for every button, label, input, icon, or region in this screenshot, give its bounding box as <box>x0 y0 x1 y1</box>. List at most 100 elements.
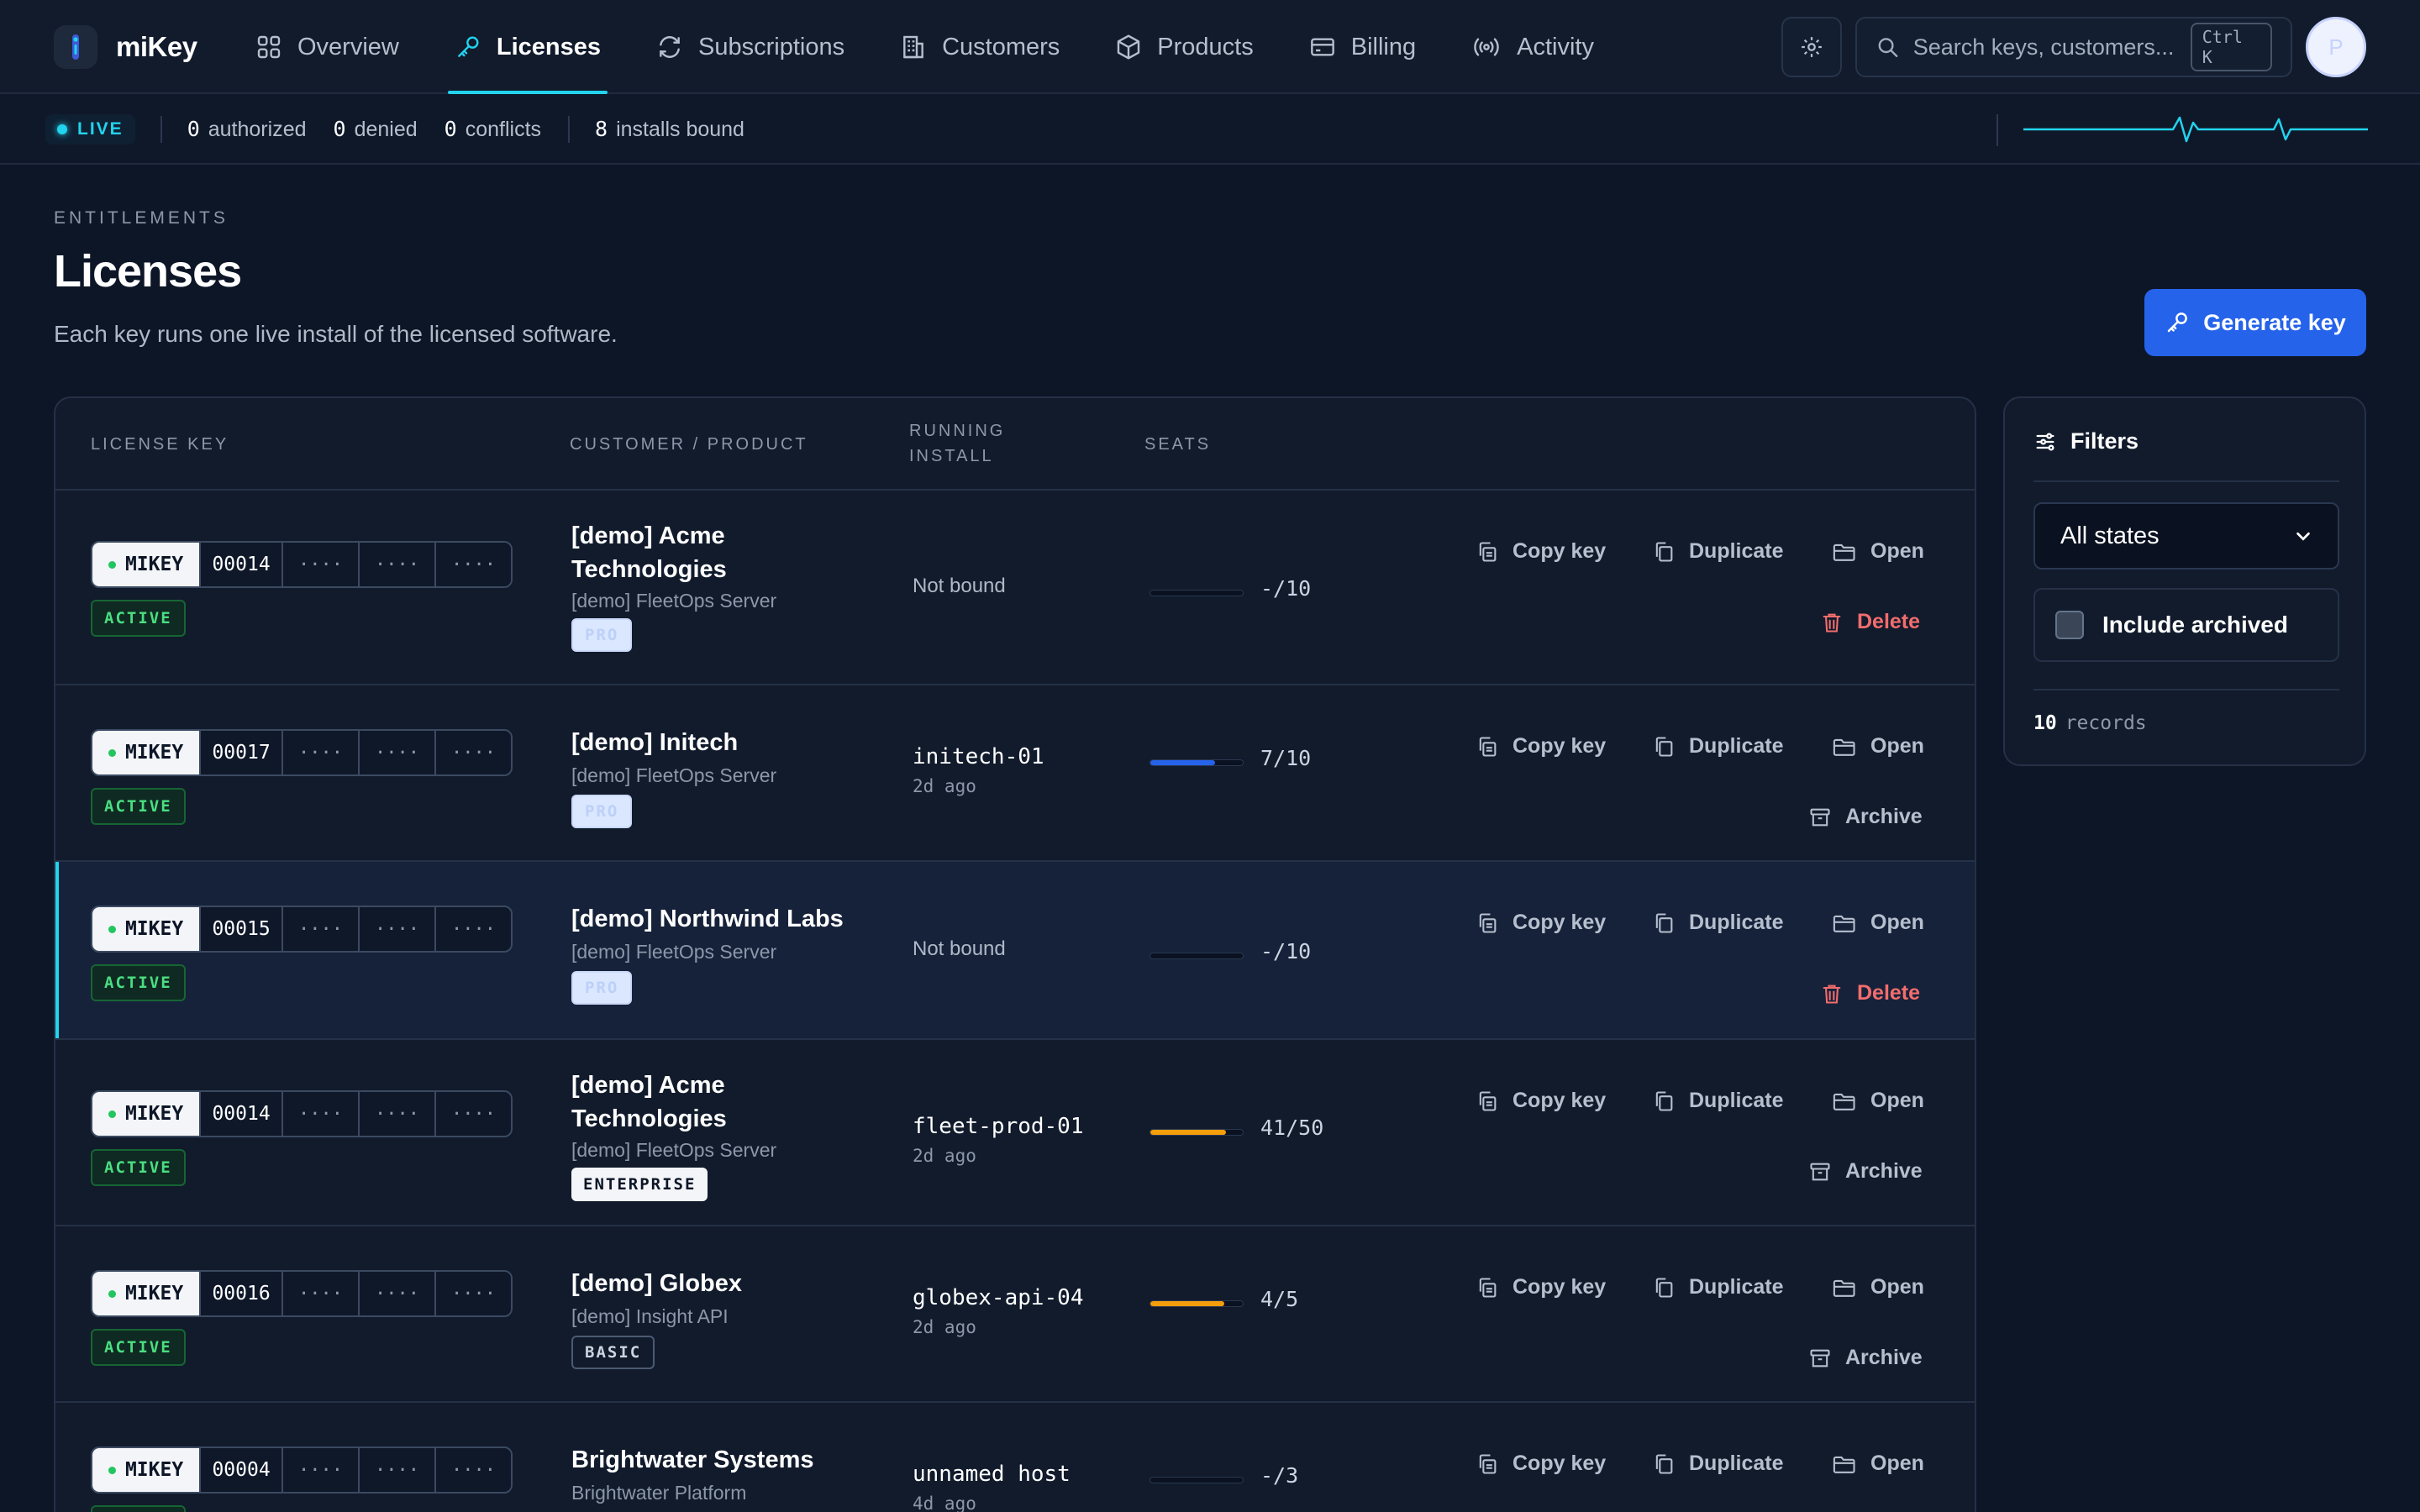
folder-icon <box>1833 1456 1855 1473</box>
search-box[interactable]: Ctrl K <box>1855 17 2292 77</box>
tab-overview[interactable]: Overview <box>250 0 404 94</box>
tier-badge: PRO <box>571 971 633 1005</box>
duplicate-button[interactable]: Duplicate <box>1652 1089 1784 1113</box>
open-button[interactable]: Open <box>1832 539 1924 564</box>
status-badge: ACTIVE <box>91 1149 186 1186</box>
sliders-icon <box>2036 433 2054 450</box>
key-masked-segment: ···· <box>357 731 434 774</box>
delete-button[interactable]: Delete <box>1820 610 1920 634</box>
table-row[interactable]: MIKEY 00016 ···· ···· ···· ACTIVE [demo]… <box>55 1226 1975 1403</box>
copy-key-button[interactable]: Copy key <box>1476 1089 1606 1113</box>
filters-panel: Filters All states Include archived 10 re… <box>2003 396 2366 766</box>
duplicate-icon <box>1655 912 1673 933</box>
duplicate-icon <box>1655 1090 1673 1111</box>
trash-icon <box>1823 984 1841 1004</box>
duplicate-icon <box>1655 736 1673 757</box>
tab-licenses[interactable]: Licenses <box>447 0 608 94</box>
table-row[interactable]: MIKEY 00014 ···· ···· ···· ACTIVE [demo]… <box>55 1040 1975 1226</box>
chevron-down-icon <box>2296 532 2310 541</box>
key-masked-segment: ···· <box>281 543 358 586</box>
tab-customers[interactable]: Customers <box>895 0 1065 94</box>
folder-icon <box>1833 1093 1855 1110</box>
key-masked-segment: ···· <box>357 1092 434 1136</box>
table-row[interactable]: MIKEY 00015 ···· ···· ···· ACTIVE [demo]… <box>55 862 1975 1040</box>
running-install: fleet-prod-01 <box>913 1114 1084 1139</box>
tab-subscriptions[interactable]: Subscriptions <box>651 0 850 94</box>
license-key-chip[interactable]: MIKEY 00015 ···· ···· ···· <box>91 906 513 953</box>
archive-button[interactable]: Archive <box>1808 1346 1923 1370</box>
license-key-chip[interactable]: MIKEY 00017 ···· ···· ···· <box>91 729 513 776</box>
table-row[interactable]: MIKEY 00017 ···· ···· ···· ACTIVE [demo]… <box>55 685 1975 862</box>
include-archived-toggle[interactable]: Include archived <box>2033 588 2339 662</box>
tab-products[interactable]: Products <box>1110 0 1258 94</box>
license-key-chip[interactable]: MIKEY 00004 ···· ···· ···· <box>91 1446 513 1494</box>
key-masked-segment: ···· <box>434 731 511 774</box>
heartbeat-pulse-icon <box>2023 116 2368 143</box>
archive-button[interactable]: Archive <box>1808 1159 1923 1184</box>
folder-icon <box>1833 915 1855 932</box>
status-badge: ACTIVE <box>91 788 186 825</box>
duplicate-icon <box>1655 1277 1673 1298</box>
folder-icon <box>1833 543 1855 561</box>
duplicate-icon <box>1655 1453 1673 1474</box>
duplicate-button[interactable]: Duplicate <box>1652 1452 1784 1476</box>
tab-billing[interactable]: Billing <box>1304 0 1421 94</box>
license-key-chip[interactable]: MIKEY 00016 ···· ···· ···· <box>91 1270 513 1317</box>
filters-title: Filters <box>2033 428 2139 454</box>
duplicate-button[interactable]: Duplicate <box>1652 734 1784 759</box>
duplicate-button[interactable]: Duplicate <box>1652 1275 1784 1299</box>
divider <box>568 116 571 143</box>
search-input[interactable] <box>1912 34 2191 60</box>
copy-key-button[interactable]: Copy key <box>1476 1452 1606 1476</box>
app-logo[interactable]: miKey <box>54 25 197 69</box>
seats-count: 4/5 <box>1260 1287 1299 1311</box>
key-prefix: MIKEY <box>92 1272 200 1315</box>
settings-button[interactable] <box>1781 17 1842 77</box>
customer-name[interactable]: [demo] Acme Technologies <box>571 1068 857 1136</box>
seats-count: 7/10 <box>1260 746 1312 770</box>
customer-name[interactable]: Brightwater Systems <box>571 1443 857 1477</box>
license-key-chip[interactable]: MIKEY 00014 ···· ···· ···· <box>91 1090 513 1137</box>
customer-name[interactable]: [demo] Acme Technologies <box>571 519 857 586</box>
user-avatar[interactable]: P <box>2306 17 2366 77</box>
copy-icon <box>1479 541 1497 562</box>
copy-key-button[interactable]: Copy key <box>1476 539 1606 564</box>
customer-name[interactable]: [demo] Northwind Labs <box>571 902 857 936</box>
open-button[interactable]: Open <box>1832 1452 1924 1476</box>
key-prefix: MIKEY <box>92 1092 200 1136</box>
status-badge: ACTIVE <box>91 1329 186 1366</box>
open-button[interactable]: Open <box>1832 734 1924 759</box>
status-dot-icon <box>108 1289 116 1298</box>
delete-button[interactable]: Delete <box>1820 981 1920 1005</box>
install-time: 2d ago <box>913 1317 976 1337</box>
duplicate-button[interactable]: Duplicate <box>1652 911 1784 935</box>
open-button[interactable]: Open <box>1832 1089 1924 1113</box>
open-button[interactable]: Open <box>1832 1275 1924 1299</box>
copy-icon <box>1479 1277 1497 1298</box>
table-row[interactable]: MIKEY 00004 ···· ···· ···· ACTIVE Bright… <box>55 1403 1975 1512</box>
customer-name[interactable]: [demo] Globex <box>571 1267 857 1300</box>
tab-activity[interactable]: Activity <box>1466 0 1599 94</box>
include-archived-checkbox[interactable] <box>2055 611 2084 639</box>
state-filter-select[interactable]: All states <box>2033 502 2339 570</box>
tier-badge: BASIC <box>571 1336 655 1369</box>
archive-icon <box>1810 1163 1830 1180</box>
duplicate-button[interactable]: Duplicate <box>1652 539 1784 564</box>
open-button[interactable]: Open <box>1832 911 1924 935</box>
tab-label: Subscriptions <box>698 33 845 60</box>
license-key-chip[interactable]: MIKEY 00014 ···· ···· ···· <box>91 541 513 588</box>
box-icon <box>1118 34 1140 60</box>
copy-key-button[interactable]: Copy key <box>1476 911 1606 935</box>
customer-name[interactable]: [demo] Initech <box>571 726 857 759</box>
key-masked-segment: ···· <box>357 1448 434 1492</box>
table-row[interactable]: MIKEY 00014 ···· ···· ···· ACTIVE [demo]… <box>55 491 1975 685</box>
generate-key-button[interactable]: Generate key <box>2144 289 2366 356</box>
tab-label: Activity <box>1517 33 1594 60</box>
key-masked-segment: ···· <box>281 1272 358 1315</box>
key-prefix: MIKEY <box>92 1448 200 1492</box>
archive-button[interactable]: Archive <box>1808 805 1923 829</box>
copy-key-button[interactable]: Copy key <box>1476 1275 1606 1299</box>
copy-key-button[interactable]: Copy key <box>1476 734 1606 759</box>
archive-icon <box>1810 1349 1830 1367</box>
key-icon <box>2167 312 2188 333</box>
